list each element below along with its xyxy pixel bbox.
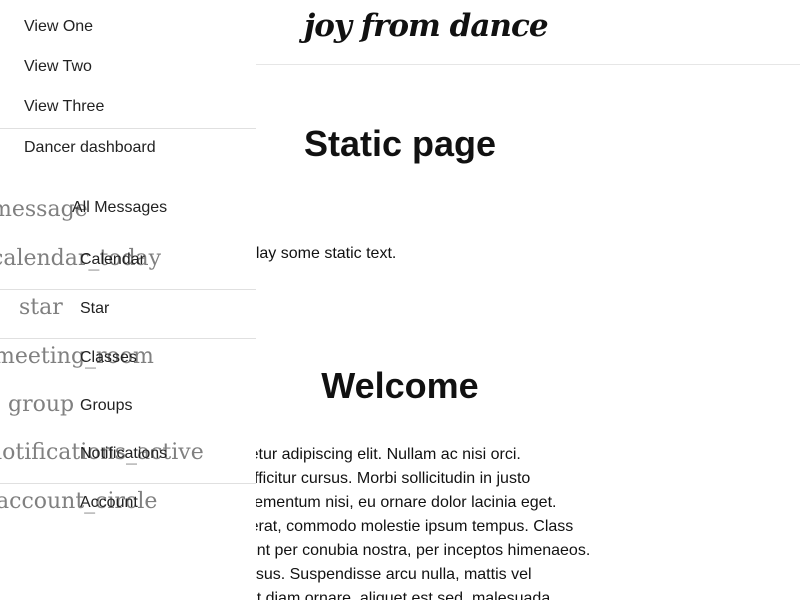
nav-dancer-dashboard[interactable]: Dancer dashboard xyxy=(24,139,156,157)
nav-calendar[interactable]: calendar_today Calendar xyxy=(0,240,256,280)
nav-all-messages[interactable]: message All Messages xyxy=(0,188,256,228)
nav-view-two[interactable]: View Two xyxy=(24,58,92,76)
nav-label: Groups xyxy=(80,397,133,414)
nav-view-one[interactable]: View One xyxy=(24,18,93,36)
app-page: joy from dance Static page e. other than… xyxy=(0,0,800,600)
nav-label: Classes xyxy=(80,349,137,366)
nav-label: Calendar xyxy=(80,251,145,268)
group-icon: group xyxy=(8,392,75,417)
nav-classes[interactable]: meeting_room Classes xyxy=(0,338,256,378)
nav-label: Star xyxy=(80,300,110,317)
nav-label: Notifications xyxy=(80,445,168,462)
drawer-divider xyxy=(0,128,256,129)
nav-label: All Messages xyxy=(72,199,168,216)
nav-notifications[interactable]: notifications_active Notifications xyxy=(0,434,256,474)
nav-view-three[interactable]: View Three xyxy=(24,98,104,116)
star-icon: star xyxy=(19,295,63,320)
nav-groups[interactable]: group Groups xyxy=(0,386,256,426)
nav-account[interactable]: account_circle Account xyxy=(0,483,256,523)
nav-star[interactable]: star Star xyxy=(0,289,256,329)
nav-label: Account xyxy=(80,494,138,511)
nav-drawer: View One View Two View Three Dancer dash… xyxy=(0,0,256,600)
